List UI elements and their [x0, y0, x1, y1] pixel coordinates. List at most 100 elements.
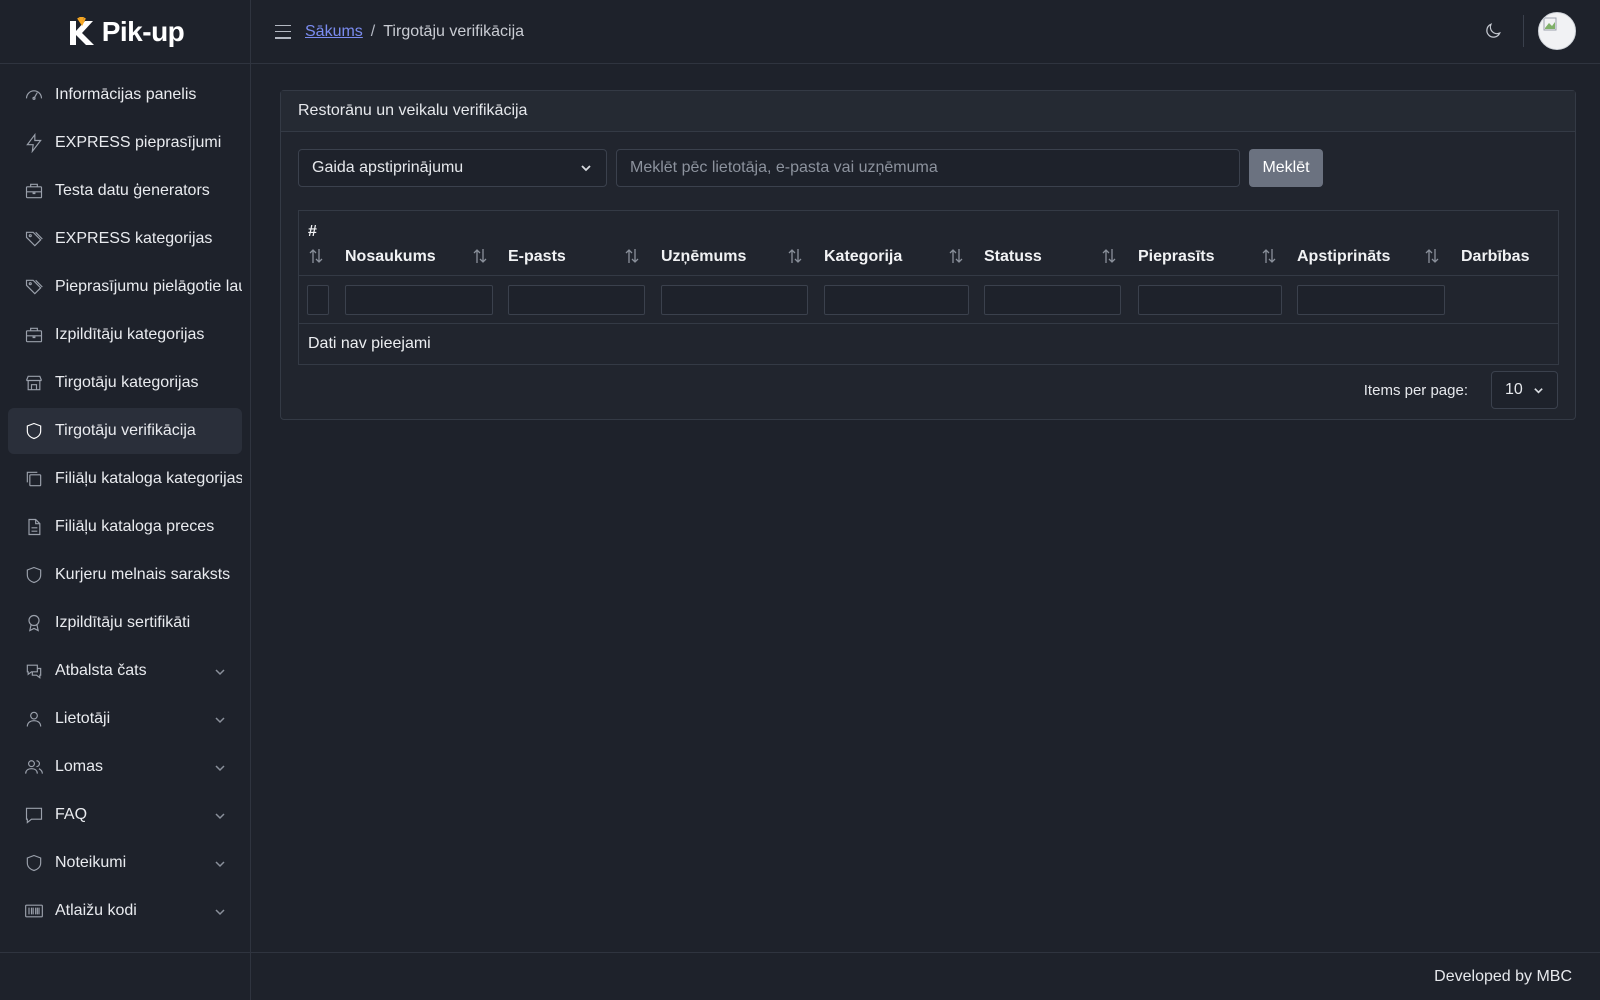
sidebar-bottom-divider — [0, 952, 251, 953]
copy-icon — [23, 468, 45, 490]
shield-icon — [23, 564, 45, 586]
header-divider — [1523, 15, 1524, 47]
sidebar-item-label: Atbalsta čats — [55, 662, 147, 679]
pikup-logo-icon — [69, 16, 94, 45]
sidebar-item[interactable]: Informācijas panelis — [8, 72, 242, 118]
column-filter-input[interactable] — [307, 285, 329, 315]
shield-icon — [23, 852, 45, 874]
sidebar-item-label: Kurjeru melnais saraksts — [55, 566, 231, 583]
column-filter-input[interactable] — [508, 285, 645, 315]
briefcase-icon — [23, 324, 45, 346]
column-filter-input[interactable] — [661, 285, 808, 315]
user-icon — [23, 708, 45, 730]
column-filter-input[interactable] — [824, 285, 969, 315]
sidebar-item-label: Izpildītāju kategorijas — [55, 326, 205, 343]
chevron-down-icon — [1534, 387, 1543, 394]
filters-bar: Gaida apstiprinājumu Meklēt — [298, 149, 1323, 187]
column-header: Darbības — [299, 211, 1558, 276]
items-per-page-label: Items per page: — [1363, 381, 1468, 399]
column-filter-input[interactable] — [984, 285, 1121, 315]
sidebar-item[interactable]: Atbalsta čats — [8, 648, 242, 694]
sidebar-item[interactable]: EXPRESS kategorijas — [8, 216, 242, 262]
sidebar-item-label: Tirgotāju kategorijas — [55, 374, 199, 391]
card-title: Restorānu un veikalu verifikācija — [281, 91, 1575, 132]
sidebar-item[interactable]: FAQ — [8, 792, 242, 838]
chat-icon — [23, 660, 45, 682]
file-icon — [23, 516, 45, 538]
sidebar-item[interactable]: EXPRESS pieprasījumi — [8, 120, 242, 166]
status-filter-value: Gaida apstiprinājumu — [312, 159, 464, 176]
sidebar: Pik-up Informācijas panelis EXPRESS piepr… — [0, 0, 251, 1000]
chevron-down-icon[interactable] — [214, 857, 226, 869]
pagination: Items per page: 10 — [1364, 371, 1558, 409]
sidebar-item[interactable]: Lietotāji — [8, 696, 242, 742]
empty-state: Dati nav pieejami — [308, 335, 431, 352]
status-filter-select[interactable]: Gaida apstiprinājumu — [298, 149, 607, 187]
sidebar-item[interactable]: Filiāļu kataloga kategorijas — [8, 456, 242, 502]
breadcrumb: Sākums / Tirgotāju verifikācija — [305, 23, 524, 41]
barcode-icon — [23, 900, 45, 922]
users-icon — [23, 756, 45, 778]
sidebar-item-label: FAQ — [55, 806, 88, 823]
breadcrumb-separator: / — [370, 22, 376, 40]
broken-image-icon — [1543, 17, 1557, 31]
breadcrumb-home-link[interactable]: Sākums — [305, 23, 363, 41]
avatar[interactable] — [1538, 12, 1576, 50]
menu-toggle-icon[interactable] — [275, 24, 291, 39]
message-square-icon — [23, 804, 45, 826]
footer-credit: Developed by MBC — [1434, 967, 1572, 985]
search-button[interactable]: Meklēt — [1249, 149, 1323, 187]
sidebar-item-label: Filiāļu kataloga kategorijas — [55, 470, 242, 487]
sidebar-item[interactable]: Testa datu ģenerators — [8, 168, 242, 214]
sidebar-item[interactable]: Noteikumi — [8, 840, 242, 886]
sidebar-item[interactable]: Lomas — [8, 744, 242, 790]
sidebar-item-label: Noteikumi — [55, 854, 127, 871]
column-filter-input[interactable] — [1138, 285, 1282, 315]
sidebar-item[interactable]: Tirgotāju verifikācija — [8, 408, 242, 454]
column-filter-input[interactable] — [1297, 285, 1445, 315]
sidebar-item[interactable]: Filiāļu kataloga preces — [8, 504, 242, 550]
sidebar-item-label: EXPRESS kategorijas — [55, 230, 213, 247]
sidebar-item-label: Atlaižu kodi — [55, 902, 137, 919]
items-per-page-value: 10 — [1505, 381, 1523, 398]
chevron-down-icon[interactable] — [214, 665, 226, 677]
sidebar-item[interactable]: Tirgotāju kategorijas — [8, 360, 242, 406]
chevron-down-icon[interactable] — [214, 809, 226, 821]
briefcase-icon — [23, 180, 45, 202]
tags-icon — [23, 276, 45, 298]
logo-text: Pik-up — [101, 15, 185, 47]
verification-table: # Nosaukums E-pasts Uzņēmums Kategorija Statu… — [298, 210, 1559, 365]
sidebar-item[interactable]: Izpildītāju kategorijas — [8, 312, 242, 358]
sidebar-item[interactable]: Kurjeru melnais saraksts — [8, 552, 242, 598]
award-icon — [23, 612, 45, 634]
sidebar-item[interactable]: Atlaižu kodi — [8, 888, 242, 934]
items-per-page-select[interactable]: 10 — [1491, 371, 1558, 409]
top-header: Sākums / Tirgotāju verifikācija — [251, 0, 1600, 64]
sidebar-item-label: Izpildītāju sertifikāti — [55, 614, 191, 631]
sidebar-item-label: EXPRESS pieprasījumi — [55, 134, 222, 151]
logo-area: Pik-up — [0, 0, 250, 64]
sidebar-item-label: Lietotāji — [55, 710, 111, 727]
footer: Developed by MBC — [251, 952, 1600, 1000]
header-actions — [1481, 12, 1576, 50]
sidebar-item[interactable]: Izpildītāju sertifikāti — [8, 600, 242, 646]
column-filter-row — [299, 276, 1558, 324]
column-filter-input[interactable] — [345, 285, 493, 315]
sidebar-item-label: Pieprasījumu pielāgotie lauki — [55, 278, 242, 295]
chevron-down-icon[interactable] — [214, 761, 226, 773]
tags-icon — [23, 228, 45, 250]
store-icon — [23, 372, 45, 394]
sidebar-item-label: Testa datu ģenerators — [55, 182, 210, 199]
sidebar-nav: Informācijas panelis EXPRESS pieprasījumi… — [0, 64, 250, 934]
verification-card: Restorānu un veikalu verifikācija Gaida … — [280, 90, 1576, 420]
chevron-down-icon[interactable] — [214, 905, 226, 917]
sidebar-item-label: Lomas — [55, 758, 104, 775]
chevron-down-icon[interactable] — [214, 713, 226, 725]
sidebar-item-label: Tirgotāju verifikācija — [55, 422, 196, 439]
sidebar-item-label: Filiāļu kataloga preces — [55, 518, 215, 535]
logo[interactable]: Pik-up — [66, 15, 185, 49]
search-input[interactable] — [616, 149, 1240, 187]
moon-icon[interactable] — [1481, 19, 1505, 43]
column-header-label: Darbības — [1461, 248, 1530, 265]
sidebar-item[interactable]: Pieprasījumu pielāgotie lauki — [8, 264, 242, 310]
